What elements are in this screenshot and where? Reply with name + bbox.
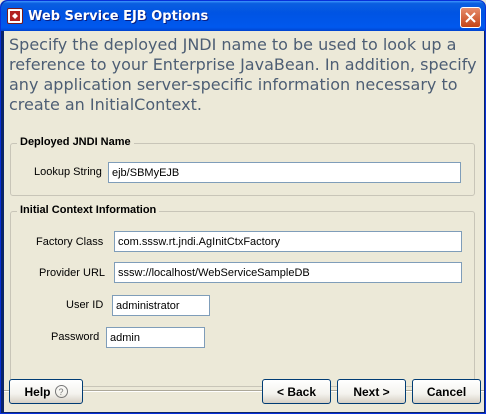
window-title: Web Service EJB Options	[28, 9, 209, 24]
dialog-window: Web Service EJB Options Specify the depl…	[0, 0, 486, 414]
initial-context-group: Initial Context Information Factory Clas…	[10, 204, 475, 387]
back-button-label: < Back	[276, 384, 317, 399]
password-label: Password	[51, 331, 100, 343]
provider-url-input[interactable]	[114, 262, 462, 283]
close-button[interactable]	[460, 7, 481, 28]
factory-class-input[interactable]	[114, 231, 462, 252]
provider-url-label: Provider URL	[39, 267, 106, 279]
context-group-legend: Initial Context Information	[17, 204, 160, 216]
help-button[interactable]: Help ?	[9, 379, 83, 404]
cancel-button[interactable]: Cancel	[412, 379, 481, 404]
password-input[interactable]	[106, 327, 205, 348]
lookup-string-label: Lookup String	[34, 166, 102, 178]
instructions-text: Specify the deployed JNDI name to be use…	[9, 35, 477, 114]
back-button[interactable]: < Back	[262, 379, 331, 404]
jndi-group-legend: Deployed JNDI Name	[17, 136, 134, 148]
title-bar[interactable]: Web Service EJB Options	[1, 1, 485, 31]
help-button-label: Help	[24, 384, 51, 399]
next-button[interactable]: Next >	[337, 379, 406, 404]
jndi-name-group: Deployed JNDI Name Lookup String	[10, 136, 475, 196]
user-id-input[interactable]	[112, 295, 210, 316]
dialog-client-area: Specify the deployed JNDI name to be use…	[4, 31, 484, 412]
next-button-label: Next >	[353, 384, 390, 399]
user-id-label: User ID	[66, 299, 104, 311]
app-icon	[7, 8, 23, 24]
help-icon: ?	[54, 385, 68, 398]
close-icon	[465, 12, 476, 23]
cancel-button-label: Cancel	[426, 384, 467, 399]
lookup-string-input[interactable]	[108, 162, 461, 183]
factory-class-label: Factory Class	[36, 236, 104, 248]
